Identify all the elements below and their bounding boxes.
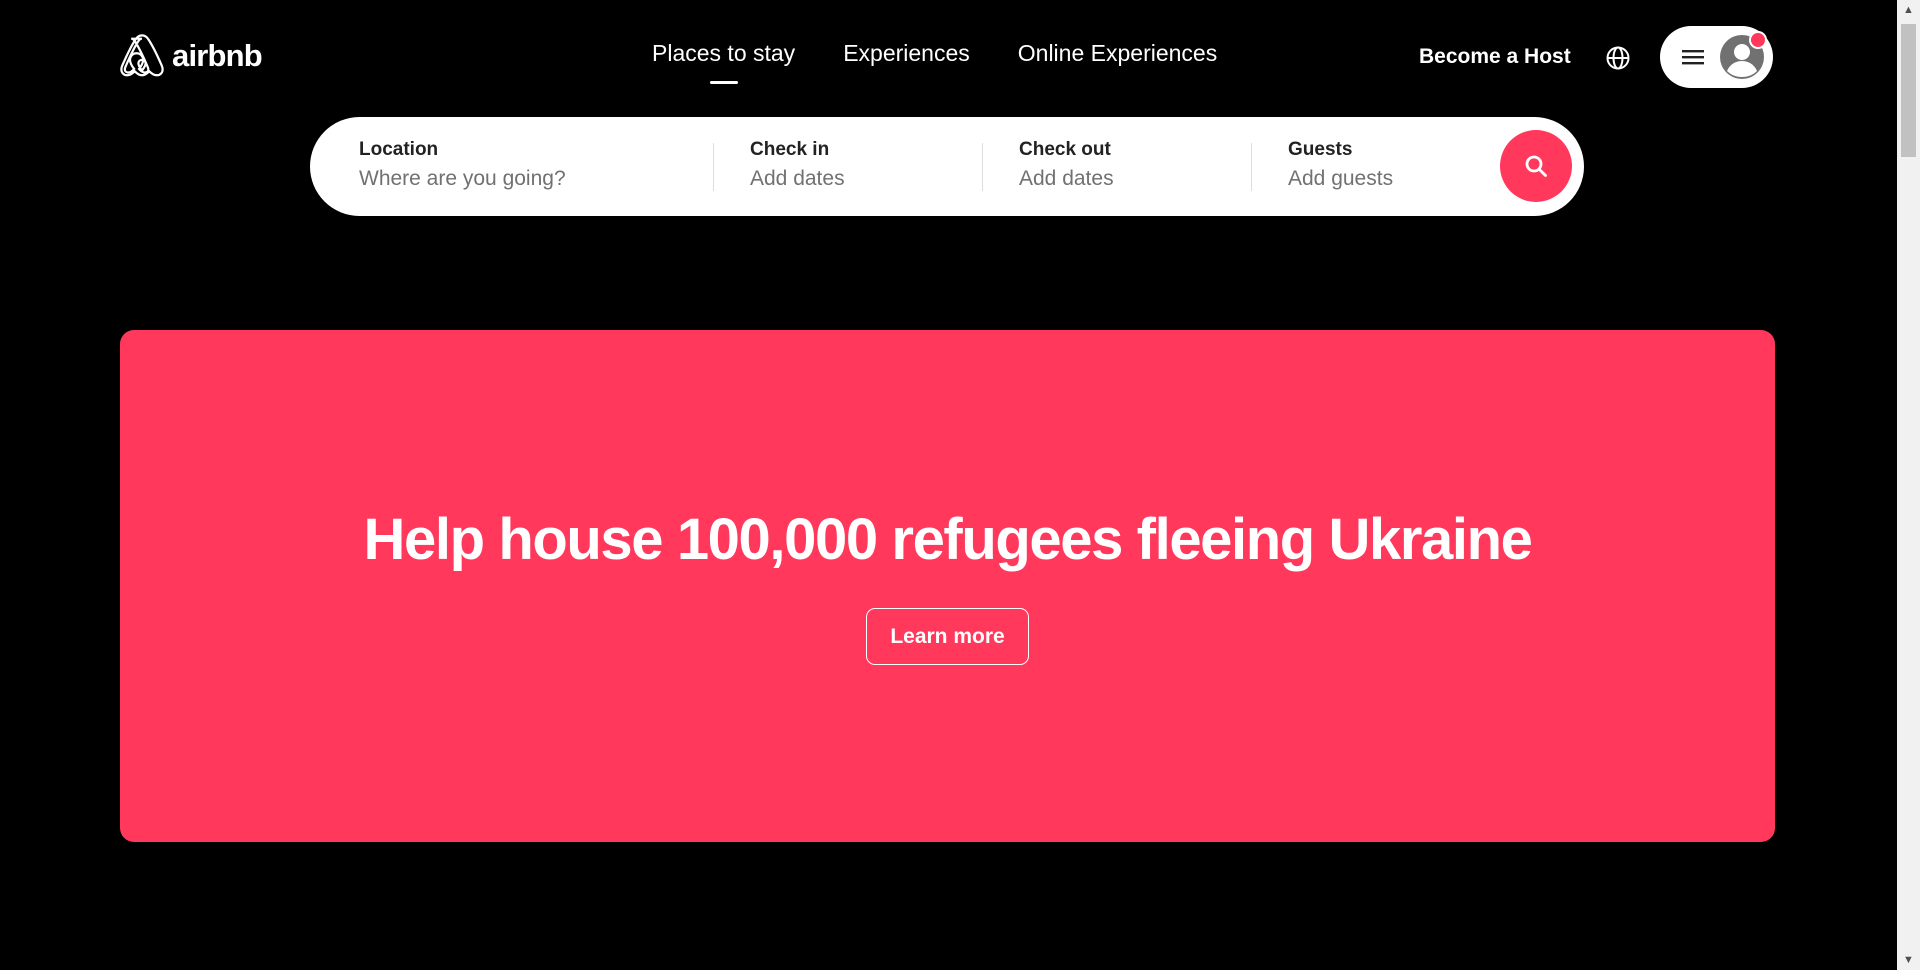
check-in-input[interactable]: Add dates — [750, 167, 845, 191]
scroll-down-arrow-icon[interactable]: ▼ — [1897, 950, 1920, 970]
location-field[interactable]: Location Where are you going? — [359, 139, 566, 191]
divider — [1251, 143, 1252, 191]
main-nav: Places to stay Experiences Online Experi… — [652, 40, 1217, 67]
notification-badge — [1749, 31, 1767, 49]
globe-icon — [1606, 46, 1630, 70]
language-button[interactable] — [1604, 44, 1632, 72]
location-input[interactable]: Where are you going? — [359, 167, 566, 191]
check-out-input[interactable]: Add dates — [1019, 167, 1114, 191]
search-icon — [1525, 155, 1547, 177]
guests-field[interactable]: Guests Add guests — [1288, 139, 1393, 191]
page: airbnb Places to stay Experiences Online… — [0, 0, 1920, 970]
tab-places-to-stay[interactable]: Places to stay — [652, 40, 795, 67]
user-menu-button[interactable] — [1660, 26, 1773, 88]
location-label: Location — [359, 139, 439, 160]
learn-more-button[interactable]: Learn more — [866, 608, 1029, 665]
logo-wordmark: airbnb — [172, 38, 263, 73]
hamburger-icon — [1682, 50, 1704, 65]
vertical-scrollbar[interactable]: ▲ ▼ — [1897, 0, 1920, 970]
guests-label: Guests — [1288, 139, 1353, 160]
tab-online-experiences[interactable]: Online Experiences — [1018, 40, 1217, 67]
search-button[interactable] — [1500, 130, 1572, 202]
check-out-field[interactable]: Check out Add dates — [1019, 139, 1114, 191]
scroll-up-arrow-icon[interactable]: ▲ — [1897, 0, 1920, 20]
airbnb-logo[interactable]: airbnb — [120, 32, 263, 80]
tab-experiences[interactable]: Experiences — [843, 40, 970, 67]
search-bar: Location Where are you going? Check in A… — [310, 117, 1584, 216]
check-in-label: Check in — [750, 139, 830, 160]
scrollbar-thumb[interactable] — [1901, 24, 1916, 157]
ukraine-banner: Help house 100,000 refugees fleeing Ukra… — [120, 330, 1775, 842]
check-in-field[interactable]: Check in Add dates — [750, 139, 845, 191]
banner-heading: Help house 100,000 refugees fleeing Ukra… — [363, 507, 1533, 572]
divider — [713, 143, 714, 191]
guests-input[interactable]: Add guests — [1288, 167, 1393, 191]
become-a-host-link[interactable]: Become a Host — [1419, 45, 1571, 69]
check-out-label: Check out — [1019, 139, 1111, 160]
divider — [982, 143, 983, 191]
avatar — [1720, 31, 1767, 79]
airbnb-belo-icon — [120, 34, 164, 77]
